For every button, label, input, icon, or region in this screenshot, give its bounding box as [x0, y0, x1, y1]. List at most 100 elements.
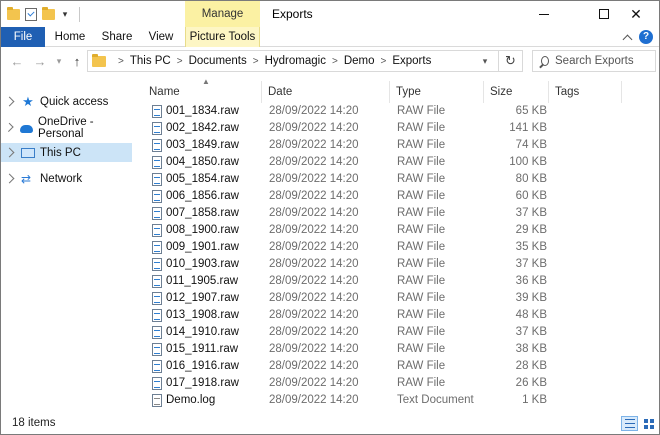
details-view-icon	[624, 419, 635, 428]
file-date: 28/09/2022 14:20	[269, 224, 359, 236]
close-button[interactable]: ✕	[613, 1, 659, 27]
tab-share[interactable]: Share	[96, 27, 138, 47]
file-name: 011_1905.raw	[166, 275, 239, 287]
column-header-tags[interactable]: Tags	[549, 81, 622, 103]
chevron-right-icon[interactable]: >	[381, 56, 387, 67]
recent-locations-button[interactable]: ▾	[51, 52, 67, 70]
file-type: Text Document	[397, 394, 474, 406]
folder-icon	[92, 53, 106, 67]
breadcrumb-documents[interactable]: Documents	[189, 55, 247, 67]
help-icon[interactable]: ?	[639, 30, 653, 44]
tab-picture-tools[interactable]: Picture Tools	[185, 27, 260, 47]
properties-icon[interactable]	[25, 7, 37, 21]
table-row[interactable]: 016_1916.raw 28/09/2022 14:20 RAW File 28 K…	[143, 358, 553, 375]
table-row[interactable]: 015_1911.raw 28/09/2022 14:20 RAW File 38 K…	[143, 341, 553, 358]
column-header-type[interactable]: Type	[390, 81, 484, 103]
table-row[interactable]: 005_1854.raw 28/09/2022 14:20 RAW File 80 K…	[143, 171, 553, 188]
customize-qat-icon[interactable]: ▾	[60, 9, 70, 20]
new-folder-icon[interactable]	[42, 6, 55, 20]
minimize-icon	[539, 13, 549, 15]
chevron-down-icon: ▾	[56, 55, 62, 66]
back-button[interactable]: ←	[9, 52, 25, 70]
table-row[interactable]: 008_1900.raw 28/09/2022 14:20 RAW File 29 K…	[143, 222, 553, 239]
up-button[interactable]: ↑	[69, 52, 85, 70]
table-row[interactable]: Demo.log 28/09/2022 14:20 Text Document 1 K…	[143, 392, 553, 409]
file-size: 29 KB	[515, 224, 547, 236]
file-type: RAW File	[397, 309, 446, 321]
refresh-icon[interactable]: ↻	[498, 51, 522, 71]
address-dropdown-icon[interactable]: ▾	[477, 51, 493, 71]
column-header-date[interactable]: Date	[262, 81, 390, 103]
sidebar-item-this-pc[interactable]: This PC	[1, 143, 132, 162]
file-date: 28/09/2022 14:20	[269, 394, 359, 406]
sidebar-item-quick-access[interactable]: ★ Quick access	[1, 92, 132, 111]
file-date: 28/09/2022 14:20	[269, 360, 359, 372]
cloud-icon	[20, 124, 34, 133]
file-type: RAW File	[397, 292, 446, 304]
table-row[interactable]: 013_1908.raw 28/09/2022 14:20 RAW File 48 K…	[143, 307, 553, 324]
chevron-right-icon[interactable]	[4, 173, 15, 184]
column-header-name[interactable]: Name	[143, 81, 262, 103]
sidebar-item-onedrive[interactable]: OneDrive - Personal	[1, 116, 132, 140]
tab-file[interactable]: File	[1, 27, 45, 47]
table-row[interactable]: 001_1834.raw 28/09/2022 14:20 RAW File 65 K…	[143, 103, 553, 120]
file-type: RAW File	[397, 241, 446, 253]
table-row[interactable]: 009_1901.raw 28/09/2022 14:20 RAW File 35 K…	[143, 239, 553, 256]
navigation-bar: ← → ▾ ↑ > This PC > Documents > Hydromag…	[1, 47, 659, 75]
expand-ribbon-icon[interactable]	[622, 34, 633, 44]
file-size: 26 KB	[515, 377, 547, 389]
file-icon	[152, 156, 162, 169]
chevron-right-icon[interactable]: >	[253, 56, 259, 67]
manage-contextual-tab[interactable]: Manage	[185, 1, 260, 27]
file-date: 28/09/2022 14:20	[269, 326, 359, 338]
table-row[interactable]: 017_1918.raw 28/09/2022 14:20 RAW File 26 K…	[143, 375, 553, 392]
details-view-button[interactable]	[621, 416, 638, 431]
table-row[interactable]: 014_1910.raw 28/09/2022 14:20 RAW File 37 K…	[143, 324, 553, 341]
arrow-right-icon: →	[33, 53, 47, 69]
explorer-window: ▾ Manage Exports ✕ File Home Share View …	[0, 0, 660, 435]
sidebar-item-label: This PC	[40, 146, 81, 159]
text-file-icon	[152, 394, 162, 407]
large-icons-view-icon	[643, 418, 654, 429]
file-icon	[152, 122, 162, 135]
search-input[interactable]	[555, 55, 655, 67]
table-row[interactable]: 011_1905.raw 28/09/2022 14:20 RAW File 36 K…	[143, 273, 553, 290]
file-icon	[152, 241, 162, 254]
table-row[interactable]: 012_1907.raw 28/09/2022 14:20 RAW File 39 K…	[143, 290, 553, 307]
table-row[interactable]: 004_1850.raw 28/09/2022 14:20 RAW File 100 …	[143, 154, 553, 171]
breadcrumb-this-pc[interactable]: This PC	[130, 55, 171, 67]
minimize-button[interactable]	[521, 1, 567, 27]
tab-view[interactable]: View	[144, 27, 178, 47]
tab-home[interactable]: Home	[50, 27, 90, 47]
chevron-right-icon[interactable]: >	[118, 56, 124, 67]
chevron-right-icon[interactable]	[4, 96, 15, 107]
address-bar[interactable]: > This PC > Documents > Hydromagic > Dem…	[87, 50, 523, 72]
column-header-size[interactable]: Size	[484, 81, 549, 103]
file-size: 74 KB	[515, 139, 547, 151]
file-size: 48 KB	[515, 309, 547, 321]
chevron-right-icon[interactable]: >	[332, 56, 338, 67]
file-date: 28/09/2022 14:20	[269, 173, 359, 185]
file-date: 28/09/2022 14:20	[269, 207, 359, 219]
file-icon	[152, 190, 162, 203]
table-row[interactable]: 003_1849.raw 28/09/2022 14:20 RAW File 74 K…	[143, 137, 553, 154]
search-box[interactable]	[532, 50, 656, 72]
chevron-right-icon[interactable]	[4, 147, 15, 158]
chevron-right-icon[interactable]: >	[177, 56, 183, 67]
file-size: 80 KB	[515, 173, 547, 185]
file-name: 004_1850.raw	[166, 156, 239, 168]
table-row[interactable]: 006_1856.raw 28/09/2022 14:20 RAW File 60 K…	[143, 188, 553, 205]
sidebar-item-network[interactable]: ⇄ Network	[1, 169, 132, 188]
breadcrumb-demo[interactable]: Demo	[344, 55, 375, 67]
file-icon	[152, 292, 162, 305]
table-row[interactable]: 002_1842.raw 28/09/2022 14:20 RAW File 141 …	[143, 120, 553, 137]
forward-button[interactable]: →	[32, 52, 48, 70]
breadcrumb-exports[interactable]: Exports	[392, 55, 431, 67]
navigation-pane: ★ Quick access OneDrive - Personal This …	[1, 79, 135, 410]
chevron-right-icon[interactable]	[4, 122, 14, 133]
table-row[interactable]: 010_1903.raw 28/09/2022 14:20 RAW File 37 K…	[143, 256, 553, 273]
large-icons-view-button[interactable]	[640, 416, 657, 431]
file-size: 141 KB	[509, 122, 547, 134]
breadcrumb-hydromagic[interactable]: Hydromagic	[265, 55, 326, 67]
table-row[interactable]: 007_1858.raw 28/09/2022 14:20 RAW File 37 K…	[143, 205, 553, 222]
